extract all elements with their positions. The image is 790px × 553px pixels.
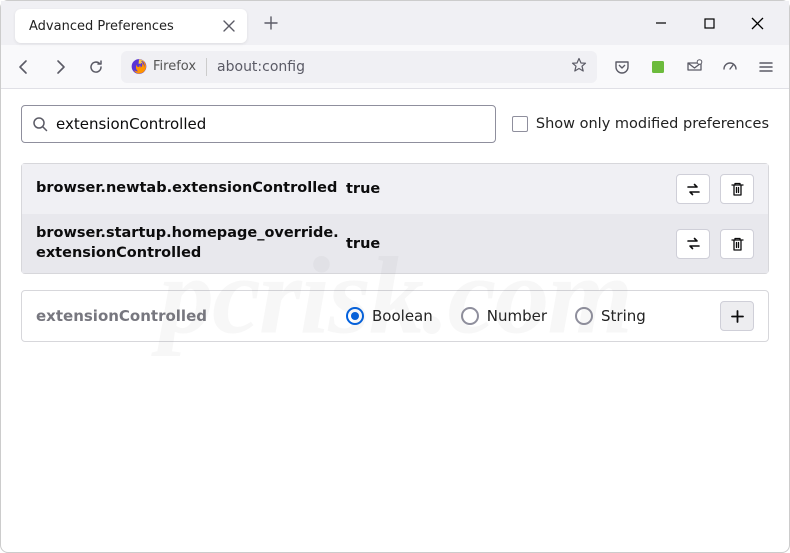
toggle-button[interactable] [676, 229, 710, 259]
search-icon [32, 116, 48, 132]
delete-button[interactable] [720, 229, 754, 259]
url-text: about:config [217, 59, 305, 75]
pref-name: browser.startup.homepage_override.extens… [36, 224, 346, 263]
mail-icon[interactable] [677, 51, 711, 83]
radio-icon [575, 307, 593, 325]
forward-button[interactable] [43, 51, 77, 83]
content-area: Show only modified preferences browser.n… [1, 89, 789, 358]
type-radio-group: Boolean Number String [346, 307, 720, 325]
search-input[interactable] [56, 115, 485, 133]
checkbox-icon [512, 116, 528, 132]
pref-actions [676, 229, 754, 259]
table-row: browser.newtab.extensionControlled true [22, 164, 768, 214]
pocket-icon[interactable] [605, 51, 639, 83]
brand-label: Firefox [153, 59, 196, 74]
bookmark-star-icon[interactable] [571, 57, 587, 77]
checkbox-label: Show only modified preferences [536, 116, 769, 132]
search-row: Show only modified preferences [21, 105, 769, 143]
menu-button[interactable] [749, 51, 783, 83]
separator [206, 58, 207, 76]
toggle-button[interactable] [676, 174, 710, 204]
add-pref-row: extensionControlled Boolean Number Strin… [21, 290, 769, 342]
add-button[interactable] [720, 301, 754, 331]
search-container[interactable] [21, 105, 496, 143]
radio-icon [346, 307, 364, 325]
radio-boolean[interactable]: Boolean [346, 307, 433, 325]
browser-tab[interactable]: Advanced Preferences [15, 9, 247, 43]
navigation-toolbar: Firefox about:config [1, 45, 789, 89]
pref-value: true [346, 236, 676, 252]
radio-label: Number [487, 307, 547, 325]
preference-table: browser.newtab.extensionControlled true … [21, 163, 769, 274]
tab-title: Advanced Preferences [29, 19, 221, 34]
close-window-button[interactable] [735, 8, 779, 38]
maximize-button[interactable] [687, 8, 731, 38]
window-controls [639, 8, 779, 38]
new-tab-button[interactable] [255, 7, 287, 39]
close-tab-icon[interactable] [221, 18, 237, 34]
titlebar: Advanced Preferences [1, 1, 789, 45]
new-pref-name: extensionControlled [36, 307, 346, 325]
pref-actions [676, 174, 754, 204]
radio-label: Boolean [372, 307, 433, 325]
minimize-button[interactable] [639, 8, 683, 38]
radio-number[interactable]: Number [461, 307, 547, 325]
dashboard-icon[interactable] [713, 51, 747, 83]
address-bar[interactable]: Firefox about:config [121, 51, 597, 83]
radio-string[interactable]: String [575, 307, 646, 325]
table-row: browser.startup.homepage_override.extens… [22, 214, 768, 273]
radio-icon [461, 307, 479, 325]
show-modified-checkbox[interactable]: Show only modified preferences [512, 116, 769, 132]
delete-button[interactable] [720, 174, 754, 204]
pref-name: browser.newtab.extensionControlled [36, 179, 346, 199]
extension-icon[interactable] [641, 51, 675, 83]
reload-button[interactable] [79, 51, 113, 83]
radio-label: String [601, 307, 646, 325]
pref-value: true [346, 181, 676, 197]
back-button[interactable] [7, 51, 41, 83]
firefox-icon [131, 59, 147, 75]
